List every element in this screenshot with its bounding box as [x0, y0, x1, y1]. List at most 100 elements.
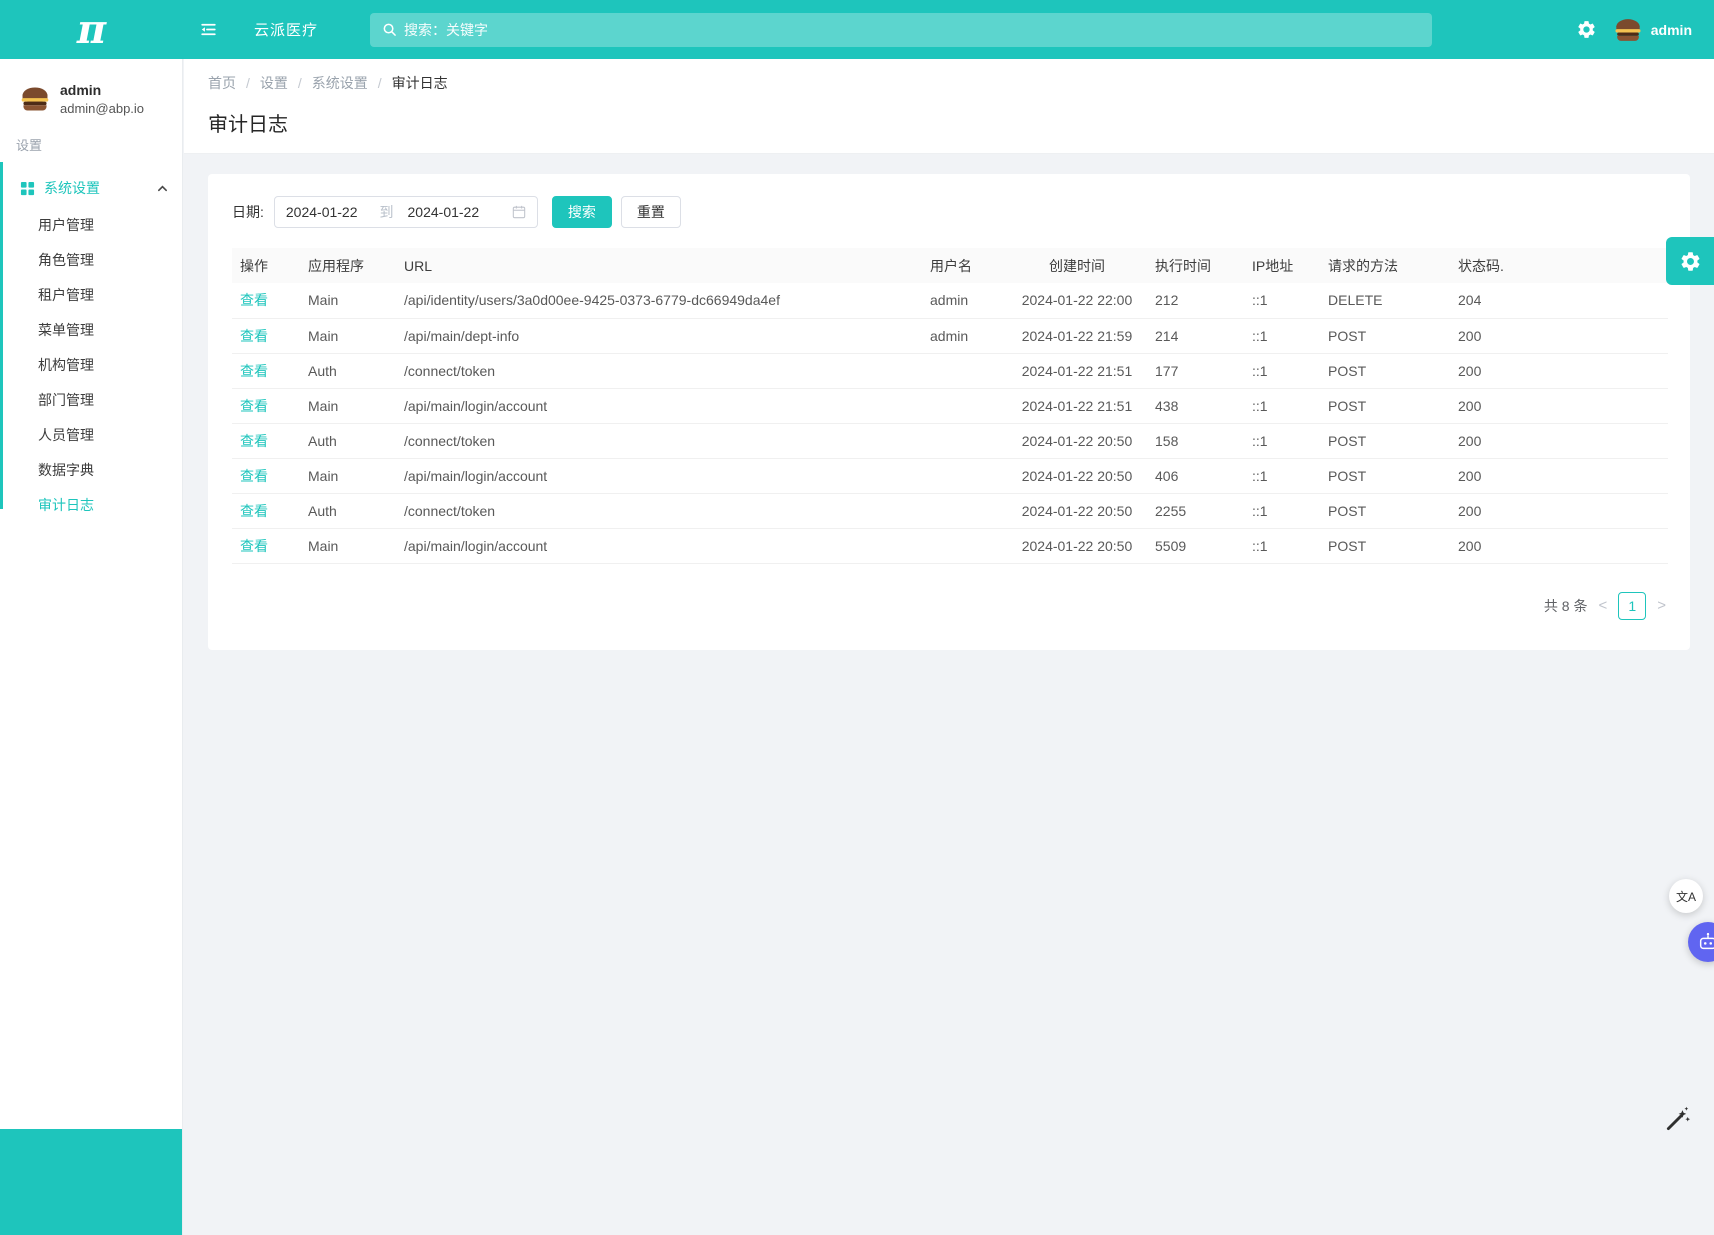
cell-ip: ::1	[1244, 423, 1320, 458]
breadcrumb-system-settings[interactable]: 系统设置	[312, 73, 368, 93]
table-row: 查看 Main /api/main/dept-info admin 2024-0…	[232, 318, 1668, 353]
sidebar-item-depts[interactable]: 部门管理	[0, 383, 182, 418]
cell-url: /connect/token	[396, 493, 922, 528]
table-row: 查看 Main /api/main/login/account 2024-01-…	[232, 528, 1668, 563]
page-number[interactable]: 1	[1618, 592, 1646, 620]
pagination: 共 8 条 < 1 >	[232, 592, 1666, 620]
cell-duration: 212	[1147, 283, 1244, 318]
next-page-icon[interactable]: >	[1657, 598, 1666, 613]
prev-page-icon[interactable]: <	[1598, 598, 1607, 613]
avatar	[19, 83, 51, 115]
translate-icon[interactable]: 文A	[1669, 879, 1703, 913]
gear-icon[interactable]	[1576, 19, 1597, 40]
menu-fold-icon[interactable]	[199, 20, 218, 39]
col-app: 应用程序	[300, 248, 396, 283]
page-head: 首页 / 设置 / 系统设置 / 审计日志 审计日志	[184, 59, 1714, 154]
sidebar: admin admin@abp.io 设置 系统设置 用户管理 角色管理 租户管…	[0, 59, 183, 1235]
breadcrumb-home[interactable]: 首页	[208, 73, 236, 93]
chevron-up-icon	[157, 183, 168, 194]
cell-method: POST	[1320, 318, 1450, 353]
view-link[interactable]: 查看	[240, 292, 268, 308]
breadcrumb: 首页 / 设置 / 系统设置 / 审计日志	[208, 73, 1690, 93]
cell-user	[922, 458, 1007, 493]
view-link[interactable]: 查看	[240, 538, 268, 554]
gear-icon	[1679, 250, 1702, 273]
sidebar-section-label: 设置	[0, 119, 182, 154]
sidebar-item-menus[interactable]: 菜单管理	[0, 313, 182, 348]
cell-method: POST	[1320, 353, 1450, 388]
cell-method: DELETE	[1320, 283, 1450, 318]
cell-ip: ::1	[1244, 283, 1320, 318]
sidebar-item-audit-log[interactable]: 审计日志	[0, 488, 182, 523]
sidebar-item-dict[interactable]: 数据字典	[0, 453, 182, 488]
cell-created: 2024-01-22 20:50	[1007, 423, 1147, 458]
cell-method: POST	[1320, 423, 1450, 458]
cell-method: POST	[1320, 528, 1450, 563]
col-status: 状态码.	[1450, 248, 1668, 283]
search-button[interactable]: 搜索	[552, 196, 612, 228]
view-link[interactable]: 查看	[240, 433, 268, 449]
table-row: 查看 Main /api/main/login/account 2024-01-…	[232, 388, 1668, 423]
breadcrumb-separator: /	[378, 75, 382, 91]
magic-wand-icon[interactable]	[1665, 1105, 1692, 1135]
cell-status: 200	[1450, 458, 1668, 493]
view-link[interactable]: 查看	[240, 363, 268, 379]
app-logo[interactable]: π	[0, 0, 183, 59]
cell-method: POST	[1320, 388, 1450, 423]
reset-button[interactable]: 重置	[621, 196, 681, 228]
sidebar-group-system-settings[interactable]: 系统设置	[0, 168, 182, 208]
cell-url: /api/main/login/account	[396, 458, 922, 493]
cell-url: /api/identity/users/3a0d00ee-9425-0373-6…	[396, 283, 922, 318]
cell-url: /api/main/login/account	[396, 388, 922, 423]
cell-status: 200	[1450, 528, 1668, 563]
settings-drawer-button[interactable]	[1666, 237, 1714, 285]
cell-created: 2024-01-22 21:59	[1007, 318, 1147, 353]
cell-created: 2024-01-22 20:50	[1007, 493, 1147, 528]
pagination-total: 共 8 条	[1544, 596, 1588, 616]
cell-ip: ::1	[1244, 493, 1320, 528]
sidebar-item-roles[interactable]: 角色管理	[0, 243, 182, 278]
cell-user	[922, 353, 1007, 388]
view-link[interactable]: 查看	[240, 468, 268, 484]
cell-duration: 158	[1147, 423, 1244, 458]
cell-ip: ::1	[1244, 353, 1320, 388]
sidebar-item-orgs[interactable]: 机构管理	[0, 348, 182, 383]
cell-status: 200	[1450, 388, 1668, 423]
cell-app: Main	[300, 458, 396, 493]
sidebar-user-email: admin@abp.io	[60, 99, 144, 119]
cell-app: Auth	[300, 423, 396, 458]
sidebar-user-name: admin	[60, 81, 144, 99]
cell-user: admin	[922, 283, 1007, 318]
view-link[interactable]: 查看	[240, 398, 268, 414]
sidebar-group-label: 系统设置	[44, 178, 100, 198]
cell-status: 200	[1450, 353, 1668, 388]
cell-app: Main	[300, 318, 396, 353]
cell-created: 2024-01-22 21:51	[1007, 353, 1147, 388]
sidebar-item-staff[interactable]: 人员管理	[0, 418, 182, 453]
date-range-picker[interactable]: 2024-01-22 到 2024-01-22	[274, 196, 538, 228]
view-link[interactable]: 查看	[240, 503, 268, 519]
col-action: 操作	[232, 248, 300, 283]
cell-ip: ::1	[1244, 458, 1320, 493]
cell-app: Auth	[300, 493, 396, 528]
view-link[interactable]: 查看	[240, 328, 268, 344]
sidebar-item-users[interactable]: 用户管理	[0, 208, 182, 243]
col-method: 请求的方法	[1320, 248, 1450, 283]
cell-user	[922, 528, 1007, 563]
search-input[interactable]	[404, 22, 1420, 38]
calendar-icon	[512, 205, 526, 219]
user-menu[interactable]: admin	[1613, 15, 1692, 45]
breadcrumb-settings[interactable]: 设置	[260, 73, 288, 93]
sidebar-user-card[interactable]: admin admin@abp.io	[0, 59, 182, 119]
col-ip: IP地址	[1244, 248, 1320, 283]
date-from-value: 2024-01-22	[286, 204, 358, 220]
global-search[interactable]	[370, 13, 1432, 47]
cell-app: Main	[300, 388, 396, 423]
sidebar-item-tenants[interactable]: 租户管理	[0, 278, 182, 313]
active-menu-indicator	[0, 162, 3, 509]
cell-ip: ::1	[1244, 528, 1320, 563]
table-header-row: 操作 应用程序 URL 用户名 创建时间 执行时间 IP地址 请求的方法 状态码…	[232, 248, 1668, 283]
cell-created: 2024-01-22 20:50	[1007, 458, 1147, 493]
col-url: URL	[396, 248, 922, 283]
cell-duration: 406	[1147, 458, 1244, 493]
